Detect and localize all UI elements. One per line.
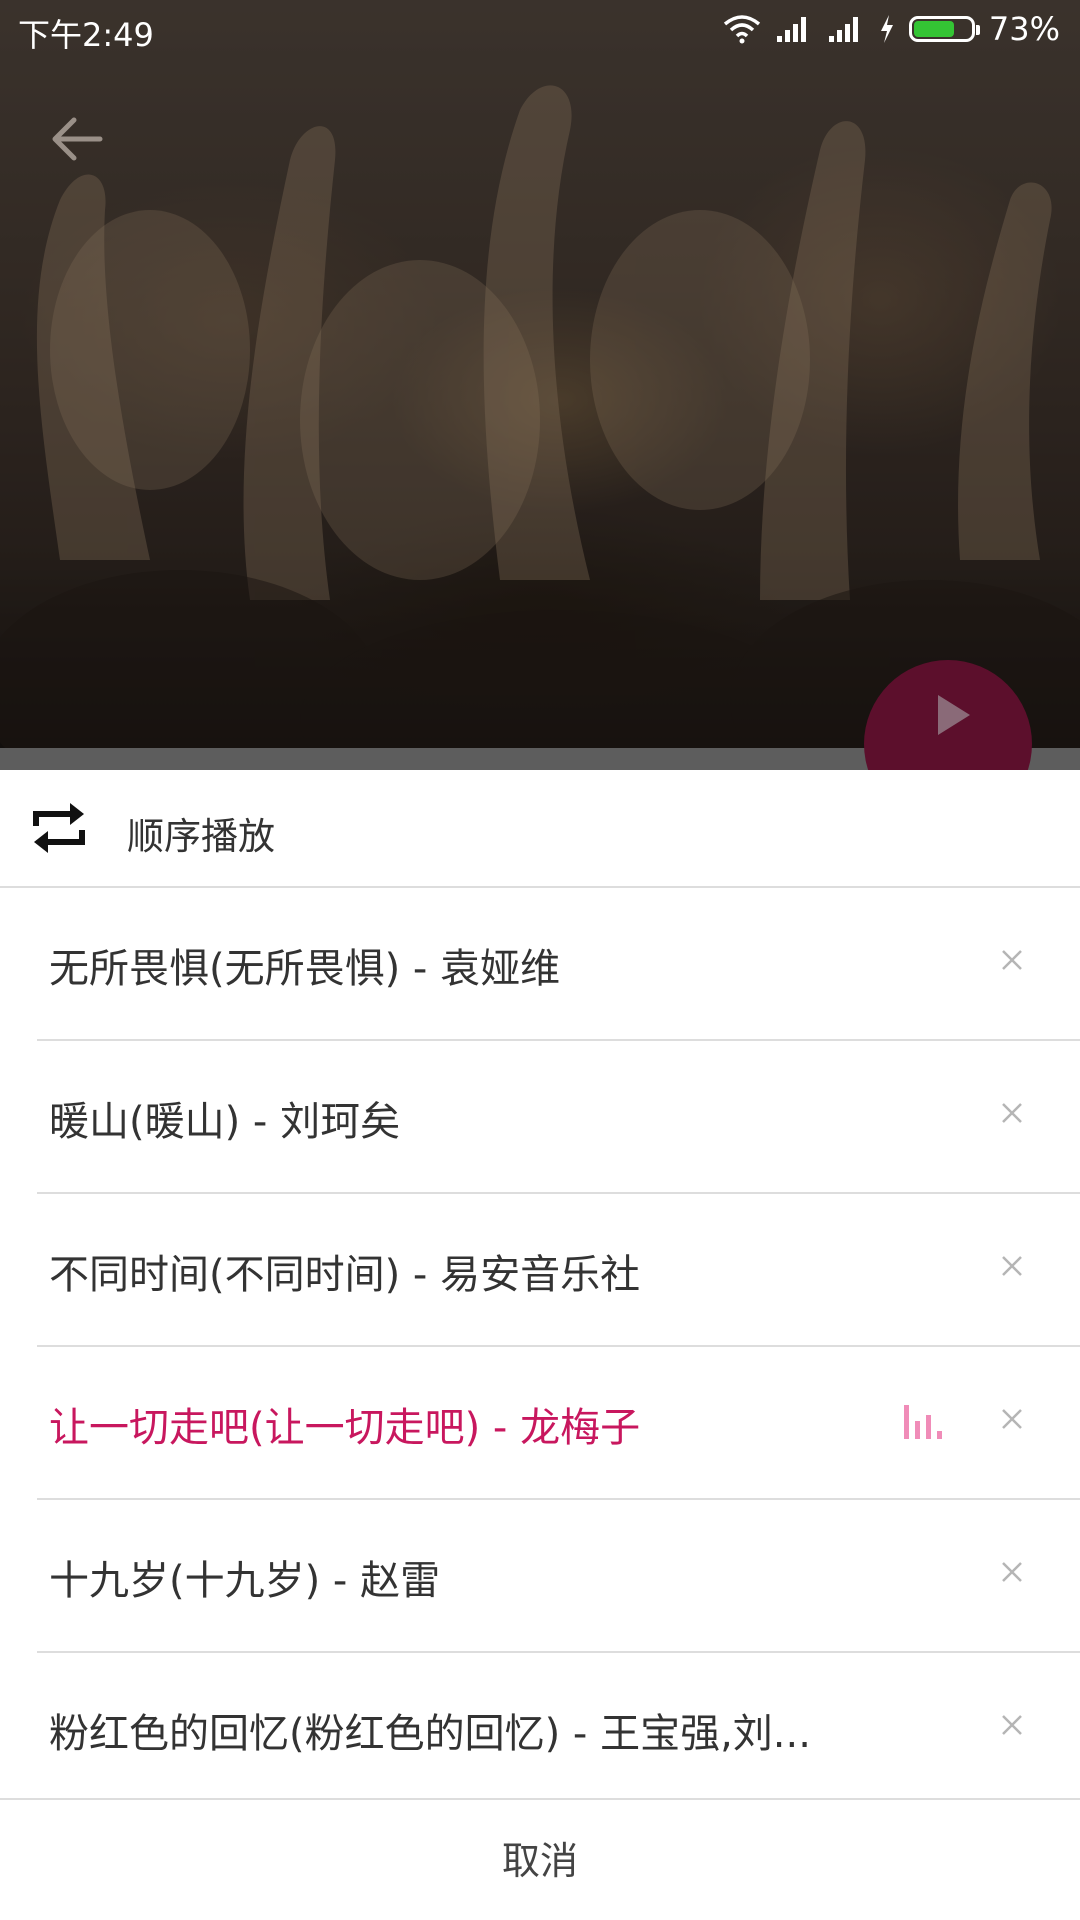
signal-icon-sim2 [828,17,858,42]
close-icon [1002,1256,1022,1276]
close-icon [1002,1103,1022,1123]
list-item[interactable]: 十九岁(十九岁) - 赵雷 [0,1500,1080,1653]
song-title: 不同时间(不同时间) - 易安音乐社 [49,1252,641,1298]
battery-percent: 73% [988,10,1060,48]
play-mode-label: 顺序播放 [127,815,275,858]
remove-song-button[interactable] [982,1389,1042,1449]
song-title: 暖山(暖山) - 刘珂矣 [49,1099,401,1145]
remove-song-button[interactable] [982,1695,1042,1755]
list-item[interactable]: 无所畏惧(无所畏惧) - 袁娅维 [0,888,1080,1041]
song-title: 粉红色的回忆(粉红色的回忆) - 王宝强,刘... [49,1711,811,1757]
remove-song-button[interactable] [982,930,1042,990]
song-title: 十九岁(十九岁) - 赵雷 [49,1558,441,1604]
playlist-sheet: 顺序播放 无所畏惧(无所畏惧) - 袁娅维 暖山(暖山) - 刘珂矣 不同时间(… [0,770,1080,1920]
play-icon [938,695,970,735]
remove-song-button[interactable] [982,1542,1042,1602]
charging-icon [880,15,893,43]
repeat-icon [33,803,85,853]
remove-song-button[interactable] [982,1236,1042,1296]
status-icons: 73% [723,10,1060,48]
status-bar: 下午2:49 73% [0,0,1080,62]
list-item[interactable]: 粉红色的回忆(粉红色的回忆) - 王宝强,刘... [0,1653,1080,1806]
close-icon [1002,1562,1022,1582]
song-title: 无所畏惧(无所畏惧) - 袁娅维 [49,946,561,992]
battery-icon [908,16,980,42]
song-title: 让一切走吧(让一切走吧) - 龙梅子 [49,1405,641,1451]
wifi-icon [723,15,760,44]
battery-level-fill [913,21,954,37]
player-background [0,0,1080,770]
signal-icon-sim1 [776,17,806,42]
list-item[interactable]: 不同时间(不同时间) - 易安音乐社 [0,1194,1080,1347]
playlist: 无所畏惧(无所畏惧) - 袁娅维 暖山(暖山) - 刘珂矣 不同时间(不同时间)… [0,888,1080,1806]
play-mode-row[interactable]: 顺序播放 [0,770,1080,888]
status-time: 下午2:49 [18,16,154,54]
list-item[interactable]: 暖山(暖山) - 刘珂矣 [0,1041,1080,1194]
list-item-now-playing[interactable]: 让一切走吧(让一切走吧) - 龙梅子 [0,1347,1080,1500]
close-icon [1002,950,1022,970]
background-dim-overlay [0,0,1080,770]
cancel-area: 取消 [0,1798,1080,1920]
close-icon [1002,1409,1022,1429]
remove-song-button[interactable] [982,1083,1042,1143]
cancel-button[interactable]: 取消 [0,1800,1080,1920]
equalizer-icon [904,1405,942,1439]
close-icon [1002,1715,1022,1735]
arrow-left-icon [52,117,103,161]
back-button[interactable] [50,112,120,182]
